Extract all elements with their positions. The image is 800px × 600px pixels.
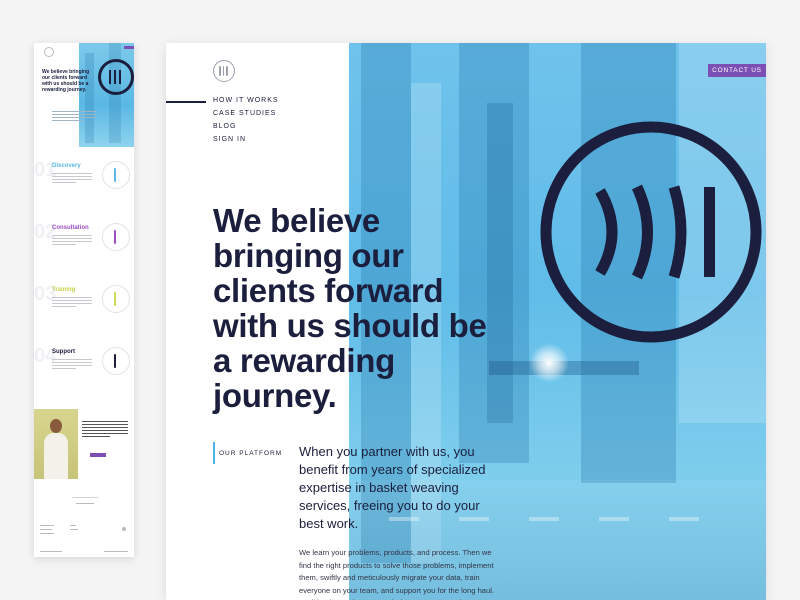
thumbnail-step-title: Consultation [52, 225, 89, 231]
crosswalk-stripe [529, 517, 559, 521]
thumbnail-step-title: Training [52, 287, 76, 293]
brand-mark-icon[interactable] [213, 60, 235, 82]
thumbnail-testimonial-quote [82, 421, 128, 439]
thumbnail-step-support: 04 Support [34, 345, 134, 411]
thumbnail-step-title: Discovery [52, 163, 81, 169]
thumbnail-testimonial-button [90, 453, 106, 457]
thumbnail-contact-button [124, 46, 134, 49]
landing-page: HOW IT WORKS CASE STUDIES BLOG SIGN IN C… [166, 43, 766, 600]
contact-us-button[interactable]: CONTACT US [708, 64, 766, 77]
thumbnail-logo-icon [44, 47, 54, 57]
thumbnail-hero: We believe bringing our clients forward … [34, 43, 134, 147]
thumbnail-step-training: 03 Training [34, 283, 134, 349]
platform-lead-text: When you partner with us, you benefit fr… [299, 444, 486, 531]
nav-active-indicator [166, 101, 206, 103]
thumbnail-brand-circle-icon [98, 59, 134, 95]
crosswalk-stripe [669, 517, 699, 521]
thumbnail-step-text [52, 173, 92, 185]
thumbnail-testimonial [34, 409, 134, 479]
brand-circle-icon [540, 121, 762, 343]
thumbnail-step-text [52, 235, 92, 247]
sun-glow [529, 343, 569, 383]
page-thumbnail: We believe bringing our clients forward … [34, 43, 134, 557]
thumbnail-step-text [52, 297, 92, 309]
hero-headline: We believe bringing our clients forward … [213, 202, 487, 414]
platform-body-text: We learn your problems, products, and pr… [299, 548, 495, 600]
discovery-icon [102, 161, 130, 189]
thumbnail-headline: We believe bringing our clients forward … [42, 69, 90, 93]
thumbnail-step-title: Support [52, 349, 75, 355]
thumbnail-step-discovery: 01 Discovery [34, 159, 134, 225]
consultation-icon [102, 223, 130, 251]
platform-label: OUR PLATFORM [219, 450, 283, 457]
thumbnail-step-text [52, 359, 92, 371]
nav-item-blog[interactable]: BLOG [213, 123, 236, 130]
thumbnail-intro-text [52, 111, 96, 123]
thumbnail-hero-photo [79, 43, 134, 147]
nav-item-sign-in[interactable]: SIGN IN [213, 136, 246, 143]
crosswalk-stripe [599, 517, 629, 521]
training-icon [102, 285, 130, 313]
thumbnail-step-consultation: 02 Consultation [34, 221, 134, 287]
platform-accent-bar [213, 442, 215, 464]
nav-item-case-studies[interactable]: CASE STUDIES [213, 110, 276, 117]
thumbnail-footer [34, 483, 134, 557]
support-icon [102, 347, 130, 375]
thumbnail-testimonial-photo [34, 409, 78, 479]
nav-item-how-it-works[interactable]: HOW IT WORKS [213, 97, 279, 104]
